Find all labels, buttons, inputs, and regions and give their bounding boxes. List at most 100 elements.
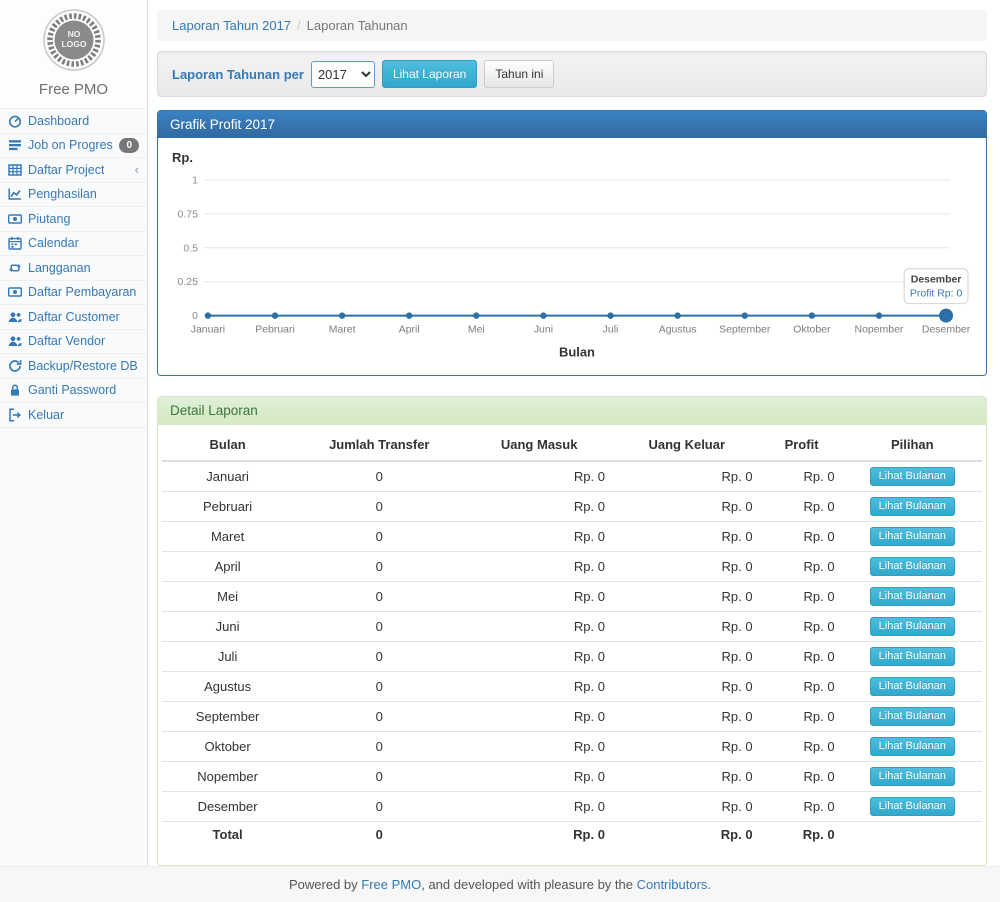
cell-jumlah-transfer: 0 xyxy=(293,641,465,671)
sidebar-item-daftar-customer[interactable]: Daftar Customer xyxy=(0,305,147,330)
cell-pilihan xyxy=(843,821,982,847)
chart-panel-title: Grafik Profit 2017 xyxy=(158,111,986,138)
chart-panel-body: Rp. 00.250.50.751JanuariPebruariMaretApr… xyxy=(158,138,986,375)
year-filter-label: Laporan Tahunan per xyxy=(172,67,304,82)
sidebar-item-label: Dashboard xyxy=(28,114,89,128)
lihat-bulanan-button[interactable]: Lihat Bulanan xyxy=(870,677,955,696)
contributors-link[interactable]: Contributors. xyxy=(637,877,711,892)
sidebar-item-daftar-pembayaran[interactable]: Daftar Pembayaran xyxy=(0,281,147,306)
column-header-jumlah-transfer: Jumlah Transfer xyxy=(293,429,465,461)
sidebar-item-backup-restore-db[interactable]: Backup/Restore DB xyxy=(0,354,147,379)
tahun-ini-button[interactable]: Tahun ini xyxy=(484,60,554,88)
cell-uang-masuk: Rp. 0 xyxy=(465,671,613,701)
cell-jumlah-transfer: 0 xyxy=(293,701,465,731)
column-header-pilihan: Pilihan xyxy=(843,429,982,461)
sidebar-item-penghasilan[interactable]: Penghasilan xyxy=(0,183,147,208)
cell-uang-masuk: Rp. 0 xyxy=(465,821,613,847)
cell-jumlah-transfer: 0 xyxy=(293,791,465,821)
money-icon xyxy=(8,212,22,226)
free-pmo-link[interactable]: Free PMO xyxy=(361,877,421,892)
svg-text:0: 0 xyxy=(192,311,198,322)
lihat-bulanan-button[interactable]: Lihat Bulanan xyxy=(870,707,955,726)
chevron-left-icon: ‹ xyxy=(135,165,139,175)
cell-profit: Rp. 0 xyxy=(761,701,843,731)
cell-jumlah-transfer: 0 xyxy=(293,671,465,701)
line-chart-icon xyxy=(8,187,22,201)
table-row: Juni0Rp. 0Rp. 0Rp. 0Lihat Bulanan xyxy=(162,611,982,641)
sidebar-item-keluar[interactable]: Keluar xyxy=(0,403,147,428)
sidebar-item-daftar-vendor[interactable]: Daftar Vendor xyxy=(0,330,147,355)
page-footer: Powered by Free PMO, and developed with … xyxy=(0,866,1000,902)
lihat-bulanan-button[interactable]: Lihat Bulanan xyxy=(870,467,955,486)
sidebar-item-label: Keluar xyxy=(28,408,64,422)
brand-name: Free PMO xyxy=(0,81,147,98)
svg-text:Mei: Mei xyxy=(468,325,485,336)
lihat-bulanan-button[interactable]: Lihat Bulanan xyxy=(870,587,955,606)
calendar-icon xyxy=(8,236,22,250)
lihat-bulanan-button[interactable]: Lihat Bulanan xyxy=(870,647,955,666)
sidebar-item-label: Calendar xyxy=(28,236,79,250)
lihat-bulanan-button[interactable]: Lihat Bulanan xyxy=(870,797,955,816)
cell-uang-masuk: Rp. 0 xyxy=(465,491,613,521)
cell-uang-keluar: Rp. 0 xyxy=(613,521,761,551)
cell-uang-masuk: Rp. 0 xyxy=(465,701,613,731)
cell-bulan: Nopember xyxy=(162,761,293,791)
lihat-bulanan-button[interactable]: Lihat Bulanan xyxy=(870,767,955,786)
column-header-bulan: Bulan xyxy=(162,429,293,461)
cell-bulan: Pebruari xyxy=(162,491,293,521)
detail-panel-title: Detail Laporan xyxy=(158,397,986,425)
sidebar-item-calendar[interactable]: Calendar xyxy=(0,232,147,257)
detail-panel-body: BulanJumlah TransferUang MasukUang Kelua… xyxy=(158,429,986,865)
cell-uang-keluar: Rp. 0 xyxy=(613,641,761,671)
lihat-bulanan-button[interactable]: Lihat Bulanan xyxy=(870,557,955,576)
sidebar-item-daftar-project[interactable]: Daftar Project ‹ xyxy=(0,158,147,183)
lihat-laporan-button[interactable]: Lihat Laporan xyxy=(382,60,477,88)
lihat-bulanan-button[interactable]: Lihat Bulanan xyxy=(870,617,955,636)
cell-profit: Rp. 0 xyxy=(761,521,843,551)
svg-text:Desember: Desember xyxy=(911,275,962,286)
svg-text:Oktober: Oktober xyxy=(793,325,831,336)
breadcrumb-link[interactable]: Laporan Tahun 2017 xyxy=(172,18,291,33)
retweet-icon xyxy=(8,261,22,275)
svg-text:LOGO: LOGO xyxy=(61,39,86,49)
cell-uang-keluar: Rp. 0 xyxy=(613,731,761,761)
sidebar-item-label: Daftar Project xyxy=(28,163,104,177)
lock-icon xyxy=(8,383,22,397)
sign-out-icon xyxy=(8,408,22,422)
tasks-icon xyxy=(8,138,22,152)
tachometer-icon xyxy=(8,114,22,128)
cell-pilihan: Lihat Bulanan xyxy=(843,641,982,671)
cell-pilihan: Lihat Bulanan xyxy=(843,761,982,791)
svg-text:0.25: 0.25 xyxy=(178,277,199,288)
cell-bulan: September xyxy=(162,701,293,731)
cell-pilihan: Lihat Bulanan xyxy=(843,611,982,641)
sidebar-item-label: Daftar Pembayaran xyxy=(28,285,136,299)
cell-uang-masuk: Rp. 0 xyxy=(465,761,613,791)
svg-text:April: April xyxy=(399,325,420,336)
breadcrumb: Laporan Tahun 2017/Laporan Tahunan xyxy=(157,10,987,41)
year-select[interactable]: 2017 xyxy=(311,61,375,88)
lihat-bulanan-button[interactable]: Lihat Bulanan xyxy=(870,527,955,546)
sidebar-item-dashboard[interactable]: Dashboard xyxy=(0,109,147,134)
cell-uang-keluar: Rp. 0 xyxy=(613,701,761,731)
svg-text:Pebruari: Pebruari xyxy=(255,325,295,336)
profit-line-chart[interactable]: 00.250.50.751JanuariPebruariMaretAprilMe… xyxy=(170,165,974,365)
lihat-bulanan-button[interactable]: Lihat Bulanan xyxy=(870,497,955,516)
cell-jumlah-transfer: 0 xyxy=(293,581,465,611)
users-icon xyxy=(8,334,22,348)
cell-bulan: Mei xyxy=(162,581,293,611)
cell-jumlah-transfer: 0 xyxy=(293,731,465,761)
column-header-profit: Profit xyxy=(761,429,843,461)
main-content: Laporan Tahun 2017/Laporan Tahunan Lapor… xyxy=(148,0,1000,866)
sidebar-item-langganan[interactable]: Langganan xyxy=(0,256,147,281)
table-icon xyxy=(8,163,22,177)
table-row: Maret0Rp. 0Rp. 0Rp. 0Lihat Bulanan xyxy=(162,521,982,551)
lihat-bulanan-button[interactable]: Lihat Bulanan xyxy=(870,737,955,756)
chart-tooltip: DesemberProfit Rp: 0 xyxy=(904,269,968,304)
sidebar-item-ganti-password[interactable]: Ganti Password xyxy=(0,379,147,404)
cell-profit: Rp. 0 xyxy=(761,671,843,701)
sidebar-item-label: Backup/Restore DB xyxy=(28,359,138,373)
sidebar-item-piutang[interactable]: Piutang xyxy=(0,207,147,232)
detail-laporan-panel: Detail Laporan BulanJumlah TransferUang … xyxy=(157,396,987,866)
sidebar-item-job-on-progress[interactable]: Job on Progress0 xyxy=(0,134,147,159)
